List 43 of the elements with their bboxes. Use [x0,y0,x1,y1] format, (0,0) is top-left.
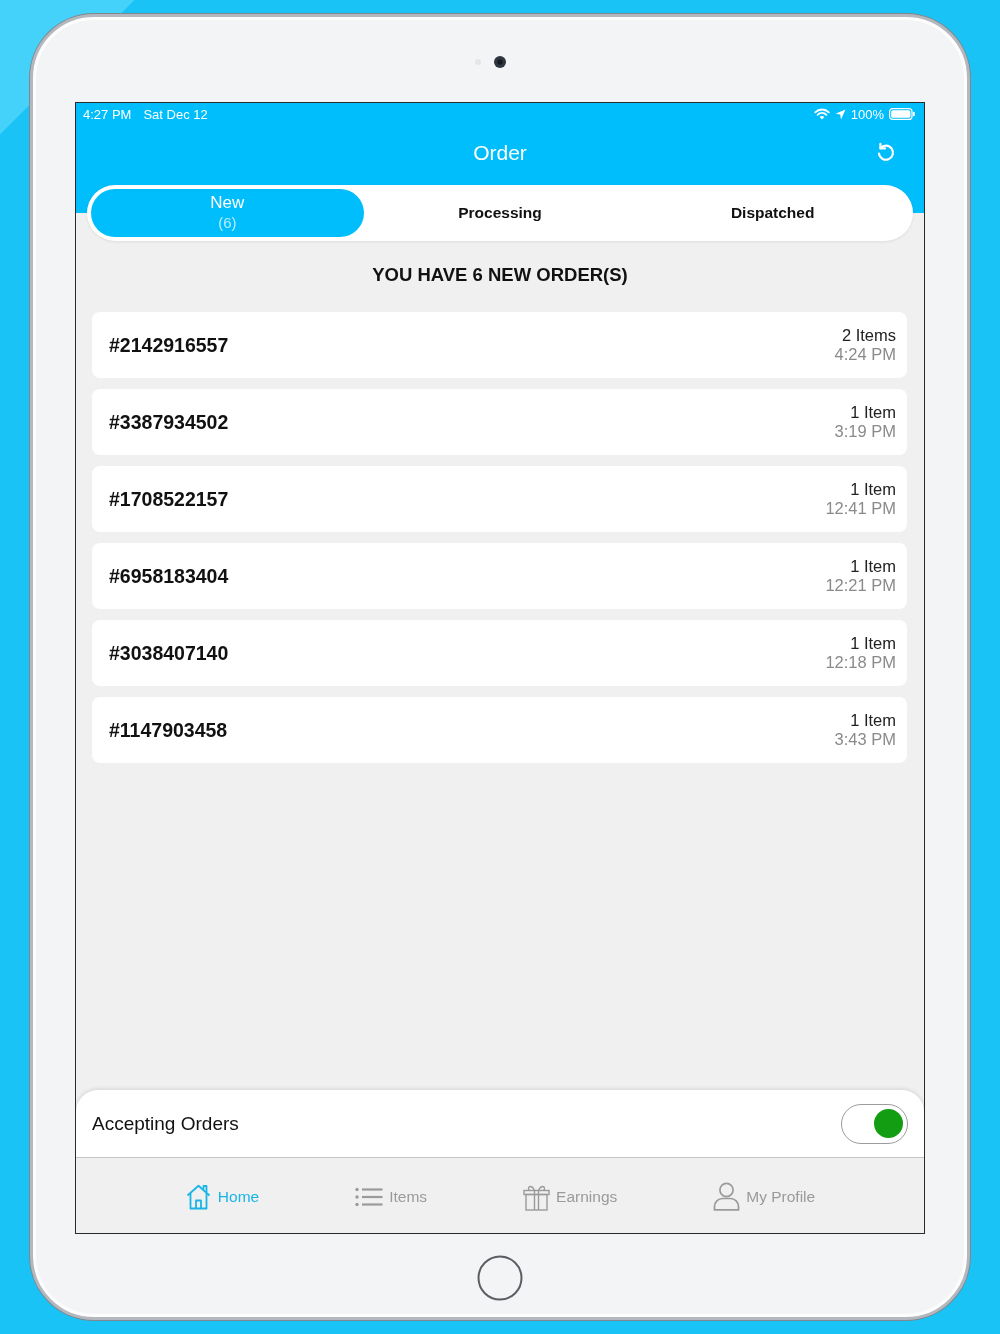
orders-heading: YOU HAVE 6 NEW ORDER(S) [372,264,628,285]
order-time: 3:43 PM [834,730,896,750]
item-count: 1 Item [850,710,896,730]
home-button[interactable] [477,1255,523,1301]
screen-title: Order [473,141,527,165]
item-count: 2 Items [841,325,896,345]
battery-icon [889,108,915,120]
accepting-orders-label: Accepting Orders [92,1112,239,1135]
order-time: 12:41 PM [825,499,896,519]
order-number: #3038407140 [109,641,229,665]
order-number: #1708522157 [109,487,229,511]
order-card[interactable]: #1708522157 1 Item 12:41 PM [92,466,907,532]
order-card[interactable]: #2142916557 2 Items 4:24 PM [92,312,907,378]
order-time: 4:24 PM [834,345,896,365]
wifi-icon [813,108,830,120]
order-card[interactable]: #3038407140 1 Item 12:18 PM [92,620,907,686]
order-number: #1147903458 [109,718,228,742]
order-number: #3387934502 [109,410,229,434]
order-time: 12:21 PM [825,576,896,596]
item-count: 1 Item [850,402,896,422]
person-icon [713,1182,741,1211]
item-count: 1 Item [850,479,896,499]
location-arrow-icon [834,108,846,120]
order-tab[interactable]: Dispatched [636,189,909,237]
refresh-button[interactable] [875,142,897,164]
refresh-icon [875,142,897,164]
list-icon [355,1186,384,1207]
order-card[interactable]: #3387934502 1 Item 3:19 PM [92,389,907,455]
order-card[interactable]: #6958183404 1 Item 12:21 PM [92,543,907,609]
order-time: 12:18 PM [825,653,896,673]
order-time: 3:19 PM [834,422,896,442]
item-count: 1 Item [850,633,896,653]
order-number: #2142916557 [109,333,229,357]
status-time: 4:27 PM [83,106,132,122]
camera-icon [494,56,506,68]
order-card[interactable]: #1147903458 1 Item 3:43 PM [92,697,907,763]
order-tab[interactable]: Processing [363,189,637,237]
order-number: #6958183404 [109,564,229,588]
battery-percent: 100% [850,106,884,122]
item-count: 1 Item [850,556,896,576]
home-icon [184,1183,212,1210]
toggle-switch[interactable] [841,1103,908,1144]
status-date: Sat Dec 12 [143,106,208,122]
